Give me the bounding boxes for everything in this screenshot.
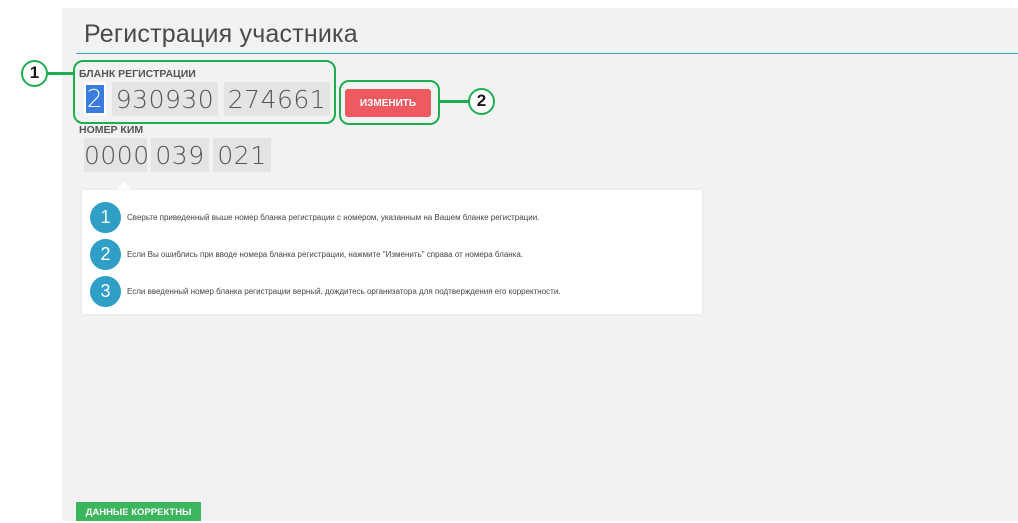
callout-marker-1: 1 bbox=[21, 60, 48, 87]
instruction-step-2: 2 Если Вы ошиблись при вводе номера блан… bbox=[90, 239, 523, 270]
step-text: Если Вы ошиблись при вводе номера бланка… bbox=[127, 250, 524, 259]
callout-connector-2 bbox=[439, 100, 469, 103]
page-title: Регистрация участника bbox=[84, 20, 358, 48]
step-text: Если введенный номер бланка регистрации … bbox=[127, 287, 561, 296]
kim-segment-2[interactable]: 039 bbox=[151, 138, 209, 172]
instruction-step-3: 3 Если введенный номер бланка регистраци… bbox=[90, 276, 561, 307]
kim-segment-3[interactable]: 021 bbox=[213, 138, 271, 172]
step-number-badge: 3 bbox=[90, 276, 121, 307]
step-text: Сверьте приведенный выше номер бланка ре… bbox=[127, 213, 540, 222]
info-card-pointer bbox=[116, 182, 132, 190]
callout-marker-2: 2 bbox=[468, 88, 495, 115]
instruction-step-1: 1 Сверьте приведенный выше номер бланка … bbox=[90, 202, 539, 233]
step-number-badge: 1 bbox=[90, 202, 121, 233]
confirm-data-button[interactable]: ДАННЫЕ КОРРЕКТНЫ bbox=[76, 502, 201, 521]
step-number-badge: 2 bbox=[90, 239, 121, 270]
callout-box-2 bbox=[339, 80, 440, 125]
kim-segment-1[interactable]: 0000 bbox=[84, 138, 149, 172]
kim-label: НОМЕР КИМ bbox=[79, 124, 144, 136]
instructions-card: 1 Сверьте приведенный выше номер бланка … bbox=[82, 190, 702, 314]
callout-box-1 bbox=[73, 60, 336, 124]
title-divider bbox=[76, 53, 1018, 54]
callout-connector-1 bbox=[46, 72, 74, 75]
